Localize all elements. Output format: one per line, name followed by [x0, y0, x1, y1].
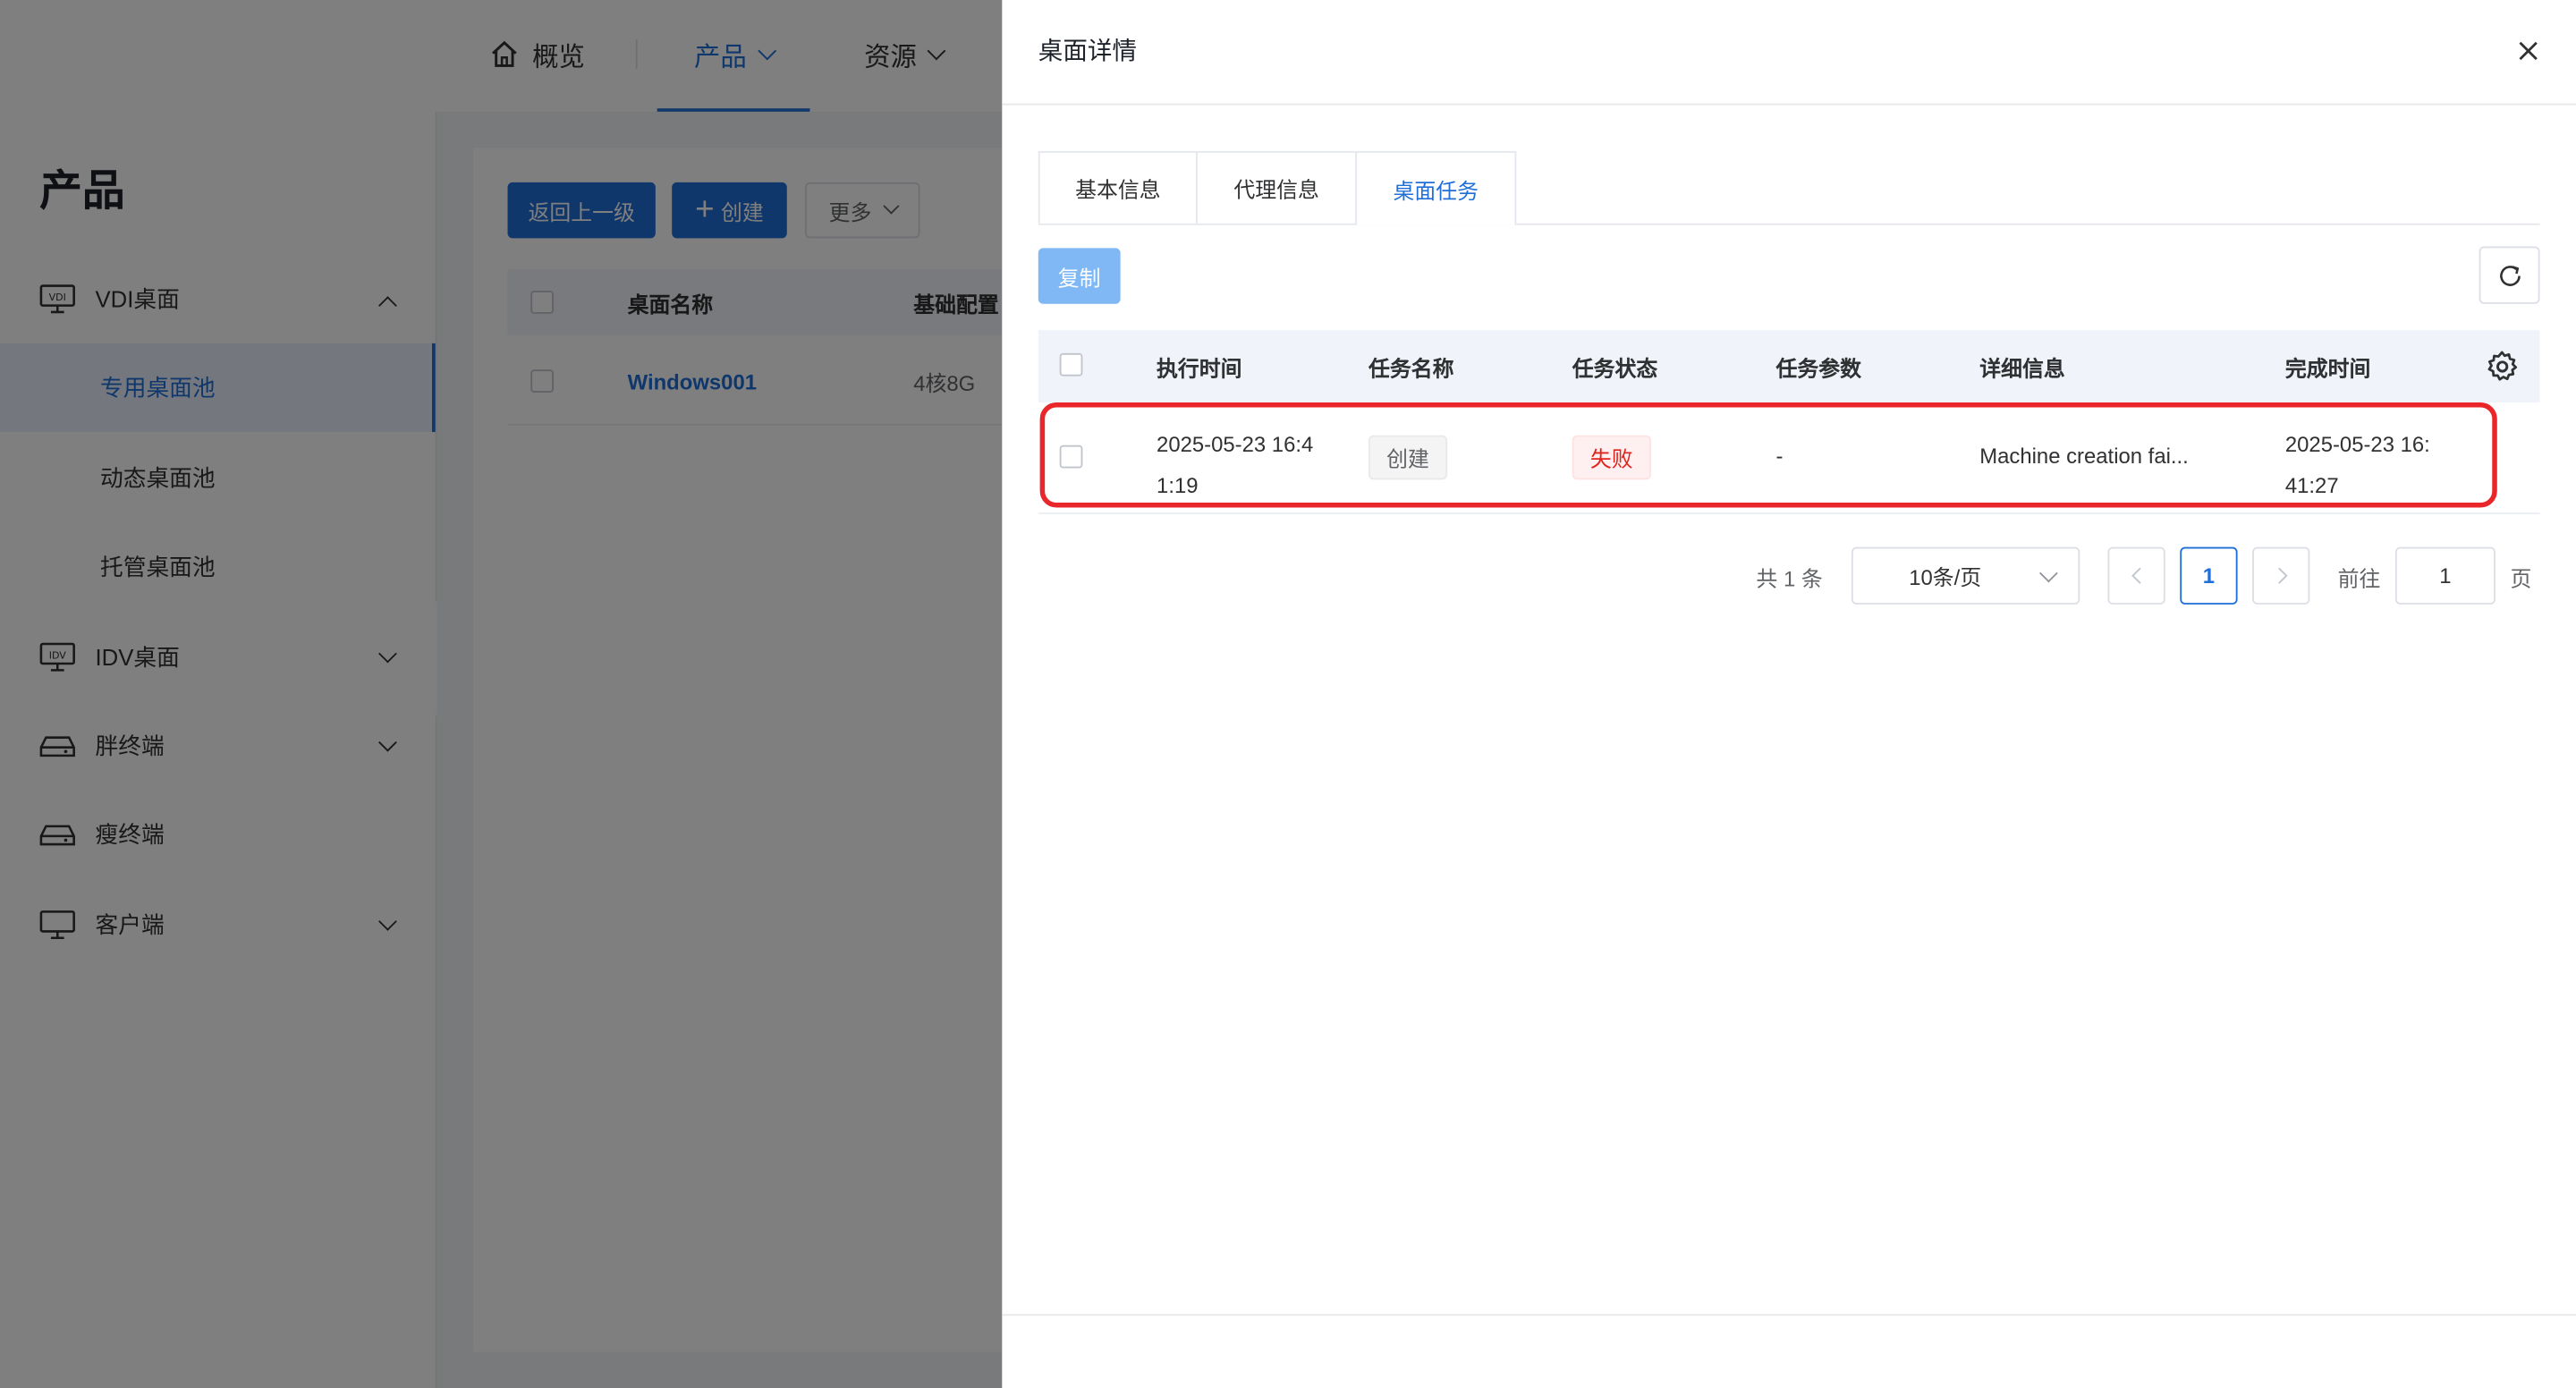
goto-label: 前往	[2337, 565, 2381, 591]
copy-button-label: 复制	[1057, 265, 1101, 291]
drawer-footer-divider	[1002, 1314, 2576, 1316]
column-header-exec-time: 执行时间	[1157, 355, 1242, 381]
tab-label: 桌面任务	[1393, 178, 1479, 203]
row-divider	[1038, 512, 2540, 514]
next-page-button[interactable]	[2252, 546, 2310, 605]
goto-page-input[interactable]: 1	[2394, 546, 2496, 605]
pagination-total: 共 1 条	[1756, 565, 1823, 591]
select-all-checkbox[interactable]	[1059, 352, 1083, 377]
chevron-right-icon	[2270, 567, 2287, 584]
drawer-title: 桌面详情	[1038, 38, 1138, 66]
page-size-value: 10条/页	[1909, 564, 1982, 590]
column-header-task-status: 任务状态	[1572, 355, 1658, 381]
page-number-label: 1	[2202, 563, 2216, 588]
chevron-down-icon	[2038, 563, 2058, 583]
tab-desktop-tasks[interactable]: 桌面任务	[1355, 150, 1517, 225]
tab-basic-info[interactable]: 基本信息	[1038, 150, 1198, 224]
modal-overlay[interactable]	[0, 0, 1003, 1388]
drawer-header-divider	[1002, 103, 2576, 106]
settings-gear-icon[interactable]	[2486, 350, 2519, 383]
copy-button[interactable]: 复制	[1038, 248, 1121, 304]
highlight-annotation-box	[1039, 402, 2497, 508]
tab-label: 代理信息	[1233, 177, 1319, 202]
column-header-detail: 详细信息	[1979, 355, 2065, 381]
column-header-task-params: 任务参数	[1775, 355, 1862, 381]
prev-page-button[interactable]	[2107, 546, 2165, 605]
goto-page-value: 1	[2439, 563, 2452, 588]
column-header-task-name: 任务名称	[1368, 355, 1454, 381]
refresh-button[interactable]	[2479, 246, 2540, 304]
chevron-left-icon	[2131, 567, 2148, 584]
tab-label: 基本信息	[1075, 177, 1161, 202]
column-header-finish-time: 完成时间	[2284, 355, 2371, 381]
tabs-baseline	[1038, 223, 2540, 225]
page-size-select[interactable]: 10条/页	[1851, 546, 2080, 605]
tab-agent-info[interactable]: 代理信息	[1196, 150, 1358, 224]
refresh-icon	[2499, 265, 2520, 285]
close-icon[interactable]	[2513, 36, 2543, 65]
page-unit-label: 页	[2510, 565, 2532, 591]
page-number-button[interactable]: 1	[2180, 546, 2238, 605]
